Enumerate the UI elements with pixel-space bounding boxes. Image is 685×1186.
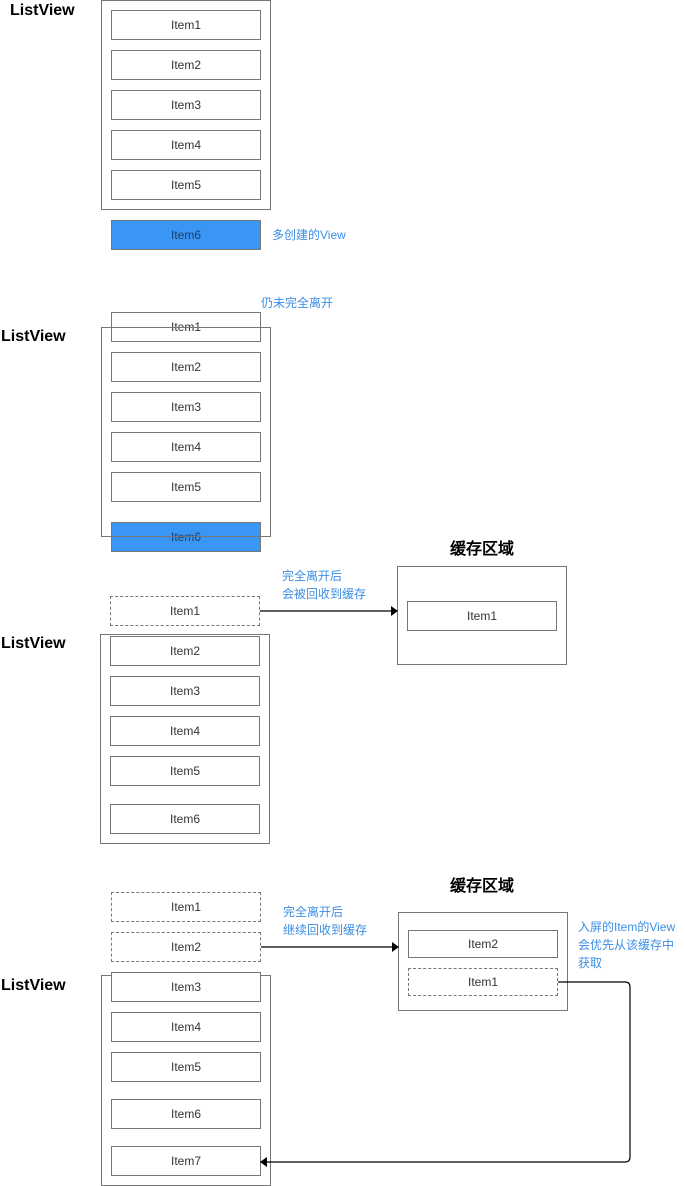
- recycle-arrow: [261, 942, 399, 952]
- list-item[interactable]: Item2: [111, 50, 261, 80]
- recycled-item[interactable]: Item1: [110, 596, 260, 626]
- recycle-note-line2: 继续回收到缓存: [283, 923, 368, 937]
- listview-label: ListView: [1, 635, 66, 652]
- cache-area-title: 缓存区域: [449, 541, 514, 558]
- cache-area-title: 缓存区域: [449, 878, 514, 895]
- list-item[interactable]: Item4: [111, 1012, 261, 1042]
- listview-frame: [101, 327, 271, 537]
- listview-label: ListView: [10, 2, 75, 19]
- list-item[interactable]: Item5: [111, 170, 261, 200]
- list-item[interactable]: Item5: [111, 1052, 261, 1082]
- reuse-note-line3: 获取: [578, 956, 603, 970]
- list-item[interactable]: Item3: [110, 676, 260, 706]
- cached-item[interactable]: Item2: [408, 930, 558, 958]
- extra-created-item[interactable]: Item6: [111, 220, 261, 250]
- recycle-note: 完全离开后 会被回收到缓存: [282, 567, 366, 603]
- reuse-note: 入屏的Item的View 会优先从该缓存中 获取: [578, 918, 675, 972]
- listview-label: ListView: [1, 977, 66, 994]
- recycle-arrow: [260, 606, 398, 616]
- list-item[interactable]: Item3: [111, 972, 261, 1002]
- reuse-note-line2: 会优先从该缓存中: [578, 938, 675, 952]
- list-item[interactable]: Item4: [111, 130, 261, 160]
- cache-area-frame: [398, 912, 568, 1011]
- list-item[interactable]: Item6: [111, 1099, 261, 1129]
- list-item[interactable]: Item6: [110, 804, 260, 834]
- recycle-note-line2: 会被回收到缓存: [282, 587, 367, 601]
- reuse-note-line1: 入屏的Item的View: [578, 920, 676, 934]
- recycled-item[interactable]: Item2: [111, 932, 261, 962]
- cached-item[interactable]: Item1: [407, 601, 557, 631]
- list-item[interactable]: Item7: [111, 1146, 261, 1176]
- recycle-note: 完全离开后 继续回收到缓存: [283, 903, 367, 939]
- recycled-item[interactable]: Item1: [111, 892, 261, 922]
- list-item[interactable]: Item4: [110, 716, 260, 746]
- recycle-note-line1: 完全离开后: [283, 905, 344, 919]
- list-item[interactable]: Item1: [111, 10, 261, 40]
- not-fully-left-note: 仍未完全离开: [261, 296, 334, 310]
- listview-label: ListView: [1, 328, 66, 345]
- list-item[interactable]: Item3: [111, 90, 261, 120]
- extra-view-note: 多创建的View: [272, 228, 346, 242]
- recycle-note-line1: 完全离开后: [282, 569, 343, 583]
- list-item[interactable]: Item2: [110, 636, 260, 666]
- cached-item-reused[interactable]: Item1: [408, 968, 558, 996]
- list-item[interactable]: Item5: [110, 756, 260, 786]
